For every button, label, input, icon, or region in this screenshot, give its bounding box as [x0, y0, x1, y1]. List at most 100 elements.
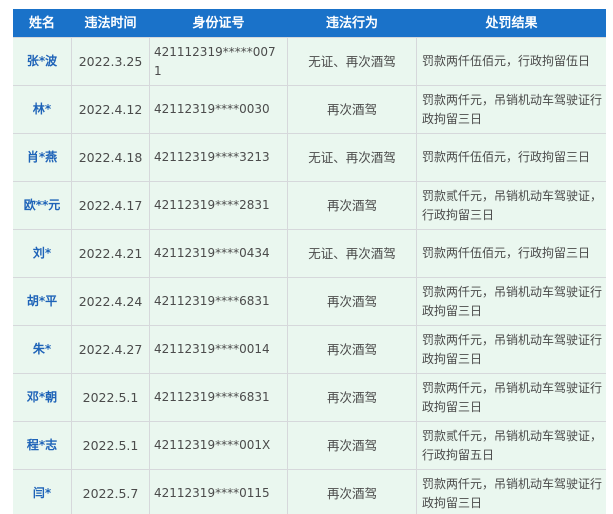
cell-date: 2022.3.25 [72, 38, 149, 85]
cell-id-number-text: 42112319****0014 [154, 342, 270, 356]
cell-penalty: 罚款两仟元，吊销机动车驾驶证行政拘留三日 [417, 278, 606, 325]
cell-penalty-text: 罚款两仟伍佰元，行政拘留三日 [422, 150, 591, 164]
table-row: 林* 2022.4.12 42112319****0030 再次酒驾 罚款两仟元，吊销机… [13, 86, 606, 133]
cell-id-number: 42112319****6831 [150, 278, 287, 325]
cell-id-number-text: 421112319*****0071 [154, 44, 276, 78]
cell-name-text: 闫* [32, 486, 52, 500]
cell-penalty-text: 罚款贰仟元，吊销机动车驾驶证，行政拘留五日 [422, 428, 603, 462]
cell-violation: 再次酒驾 [288, 86, 416, 133]
cell-violation-text: 再次酒驾 [326, 486, 377, 501]
cell-penalty: 罚款两仟元，吊销机动车驾驶证行政拘留三日 [417, 470, 606, 514]
cell-penalty: 罚款贰仟元，吊销机动车驾驶证，行政拘留五日 [417, 422, 606, 469]
cell-date-text: 2022.5.1 [82, 390, 139, 405]
cell-name: 朱* [13, 326, 71, 373]
cell-penalty-text: 罚款两仟元，吊销机动车驾驶证行政拘留三日 [422, 284, 603, 318]
cell-id-number-text: 42112319****3213 [154, 150, 270, 164]
table-row: 张*波 2022.3.25 421112319*****0071 无证、再次酒驾 罚款两… [13, 38, 606, 85]
cell-penalty: 罚款两仟伍佰元，行政拘留伍日 [417, 38, 606, 85]
cell-name-text: 朱* [32, 342, 52, 356]
cell-violation: 无证、再次酒驾 [288, 134, 416, 181]
cell-violation-text: 无证、再次酒驾 [308, 54, 396, 69]
table-row: 程*志 2022.5.1 42112319****001X 再次酒驾 罚款贰仟元，吊销机… [13, 422, 606, 469]
header-violation: 违法行为 [325, 15, 378, 31]
cell-name: 林* [13, 86, 71, 133]
cell-id-number: 42112319****6831 [150, 374, 287, 421]
cell-penalty: 罚款两仟元，吊销机动车驾驶证行政拘留三日 [417, 326, 606, 373]
cell-violation-text: 再次酒驾 [326, 390, 377, 405]
table-row: 朱* 2022.4.27 42112319****0014 再次酒驾 罚款两仟元，吊销机… [13, 326, 606, 373]
cell-name: 刘* [13, 230, 71, 277]
header-id-number: 身份证号 [192, 15, 245, 31]
cell-violation: 再次酒驾 [288, 470, 416, 514]
cell-date-text: 2022.5.1 [82, 438, 139, 453]
cell-name: 程*志 [13, 422, 71, 469]
table-row: 闫* 2022.5.7 42112319****0115 再次酒驾 罚款两仟元，吊销机动… [13, 470, 606, 514]
cell-penalty-text: 罚款两仟元，吊销机动车驾驶证行政拘留三日 [422, 332, 603, 366]
cell-id-number: 42112319****0434 [150, 230, 287, 277]
cell-penalty-text: 罚款两仟元，吊销机动车驾驶证行政拘留三日 [422, 380, 603, 414]
cell-penalty-text: 罚款两仟元，吊销机动车驾驶证行政拘留三日 [422, 92, 603, 126]
cell-date: 2022.5.7 [72, 470, 149, 514]
cell-penalty: 罚款两仟伍佰元，行政拘留三日 [417, 134, 606, 181]
cell-date: 2022.5.1 [72, 422, 149, 469]
header-date: 违法时间 [84, 15, 137, 31]
cell-id-number: 42112319****001X [150, 422, 287, 469]
cell-id-number: 42112319****0115 [150, 470, 287, 514]
cell-violation: 无证、再次酒驾 [288, 38, 416, 85]
table-row: 邓*朝 2022.5.1 42112319****6831 再次酒驾 罚款两仟元，吊销机… [13, 374, 606, 421]
cell-name-text: 林* [32, 102, 52, 116]
cell-penalty-text: 罚款两仟伍佰元，行政拘留三日 [422, 246, 591, 260]
cell-date-text: 2022.4.18 [78, 150, 143, 165]
cell-date-text: 2022.4.24 [78, 294, 143, 309]
cell-violation-text: 无证、再次酒驾 [308, 246, 396, 261]
table-row: 刘* 2022.4.21 42112319****0434 无证、再次酒驾 罚款两仟伍佰… [13, 230, 606, 277]
cell-id-number-text: 42112319****0115 [154, 486, 270, 500]
cell-name-text: 欧**元 [23, 198, 61, 212]
cell-id-number-text: 42112319****0434 [154, 246, 270, 260]
cell-date: 2022.4.24 [72, 278, 149, 325]
cell-date-text: 2022.4.27 [78, 342, 143, 357]
cell-date: 2022.4.18 [72, 134, 149, 181]
cell-violation: 再次酒驾 [288, 374, 416, 421]
cell-date-text: 2022.3.25 [78, 54, 143, 69]
table-row: 胡*平 2022.4.24 42112319****6831 再次酒驾 罚款两仟元，吊销… [13, 278, 606, 325]
cell-name: 欧**元 [13, 182, 71, 229]
cell-id-number-text: 42112319****6831 [154, 390, 270, 404]
cell-penalty: 罚款两仟元，吊销机动车驾驶证行政拘留三日 [417, 86, 606, 133]
cell-id-number-text: 42112319****0030 [154, 102, 270, 116]
cell-penalty: 罚款贰仟元，吊销机动车驾驶证，行政拘留三日 [417, 182, 606, 229]
cell-violation-text: 再次酒驾 [326, 198, 377, 213]
table-row: 欧**元 2022.4.17 42112319****2831 再次酒驾 罚款贰仟元，吊… [13, 182, 606, 229]
cell-penalty: 罚款两仟伍佰元，行政拘留三日 [417, 230, 606, 277]
cell-date: 2022.5.1 [72, 374, 149, 421]
cell-id-number: 42112319****3213 [150, 134, 287, 181]
cell-name: 胡*平 [13, 278, 71, 325]
table-row: 肖*燕 2022.4.18 42112319****3213 无证、再次酒驾 罚款两仟伍… [13, 134, 606, 181]
cell-name-text: 肖*燕 [26, 150, 58, 164]
cell-name: 张*波 [13, 38, 71, 85]
header-name: 姓名 [28, 15, 55, 31]
table-body: 张*波 2022.3.25 421112319*****0071 无证、再次酒驾 罚款两… [13, 38, 606, 514]
cell-date-text: 2022.4.21 [78, 246, 143, 261]
cell-id-number: 42112319****2831 [150, 182, 287, 229]
cell-id-number-text: 42112319****6831 [154, 294, 270, 308]
cell-violation-text: 再次酒驾 [326, 438, 377, 453]
cell-id-number: 42112319****0030 [150, 86, 287, 133]
cell-name-text: 刘* [32, 246, 52, 260]
cell-violation: 再次酒驾 [288, 326, 416, 373]
cell-name: 闫* [13, 470, 71, 514]
cell-violation: 再次酒驾 [288, 278, 416, 325]
cell-id-number-text: 42112319****2831 [154, 198, 270, 212]
cell-date-text: 2022.4.17 [78, 198, 143, 213]
cell-violation-text: 再次酒驾 [326, 342, 377, 357]
cell-name-text: 胡*平 [26, 294, 58, 308]
cell-date: 2022.4.17 [72, 182, 149, 229]
cell-date: 2022.4.27 [72, 326, 149, 373]
penalty-table: 姓名 违法时间 身份证号 违法行为 处罚结果 张*波 2022.3.25 42111… [13, 9, 606, 514]
cell-violation: 无证、再次酒驾 [288, 230, 416, 277]
cell-id-number: 42112319****0014 [150, 326, 287, 373]
cell-name: 邓*朝 [13, 374, 71, 421]
table-header: 姓名 违法时间 身份证号 违法行为 处罚结果 [13, 9, 606, 37]
cell-name-text: 程*志 [26, 438, 58, 452]
cell-name-text: 邓*朝 [26, 390, 58, 404]
